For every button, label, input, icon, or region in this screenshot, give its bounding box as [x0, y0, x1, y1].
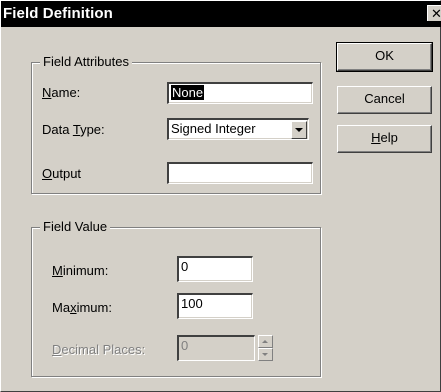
maximum-field[interactable]: 100: [177, 293, 253, 319]
ok-button[interactable]: OK: [336, 42, 433, 72]
data-type-label: Data Type:: [42, 122, 105, 137]
maximum-label: Maximum:: [52, 300, 112, 315]
ok-label: OK: [375, 48, 394, 63]
help-button[interactable]: Help: [337, 125, 432, 153]
spin-down-icon: [258, 348, 273, 361]
spin-up-icon: [258, 335, 273, 348]
help-label: Help: [371, 130, 398, 145]
cancel-label: Cancel: [364, 91, 405, 106]
dialog-title: Field Definition: [3, 5, 113, 22]
minimum-field[interactable]: 0: [177, 256, 253, 282]
data-type-value: Signed Integer: [171, 121, 256, 136]
cancel-button[interactable]: Cancel: [337, 86, 432, 114]
minimum-value: 0: [181, 259, 189, 274]
title-bar[interactable]: Field Definition ✕: [1, 1, 441, 27]
close-icon[interactable]: ✕: [427, 5, 441, 21]
field-definition-dialog: Field Definition ✕ Field Attributes Name…: [0, 0, 441, 392]
minimum-label: Minimum:: [52, 263, 109, 278]
chevron-down-icon[interactable]: [291, 121, 307, 139]
name-value: None: [171, 85, 205, 100]
name-field[interactable]: None: [167, 82, 313, 104]
name-label: Name:: [42, 85, 81, 100]
field-value-label: Field Value: [40, 219, 111, 235]
field-attributes-label: Field Attributes: [40, 54, 132, 70]
output-label: Output: [42, 166, 82, 181]
decimal-places-field: 0: [177, 335, 255, 361]
maximum-value: 100: [181, 296, 203, 311]
data-type-combo[interactable]: Signed Integer: [167, 118, 309, 140]
decimal-places-value: 0: [181, 338, 189, 353]
decimal-places-label: Decimal Places:: [52, 342, 146, 357]
output-field[interactable]: [167, 162, 313, 184]
